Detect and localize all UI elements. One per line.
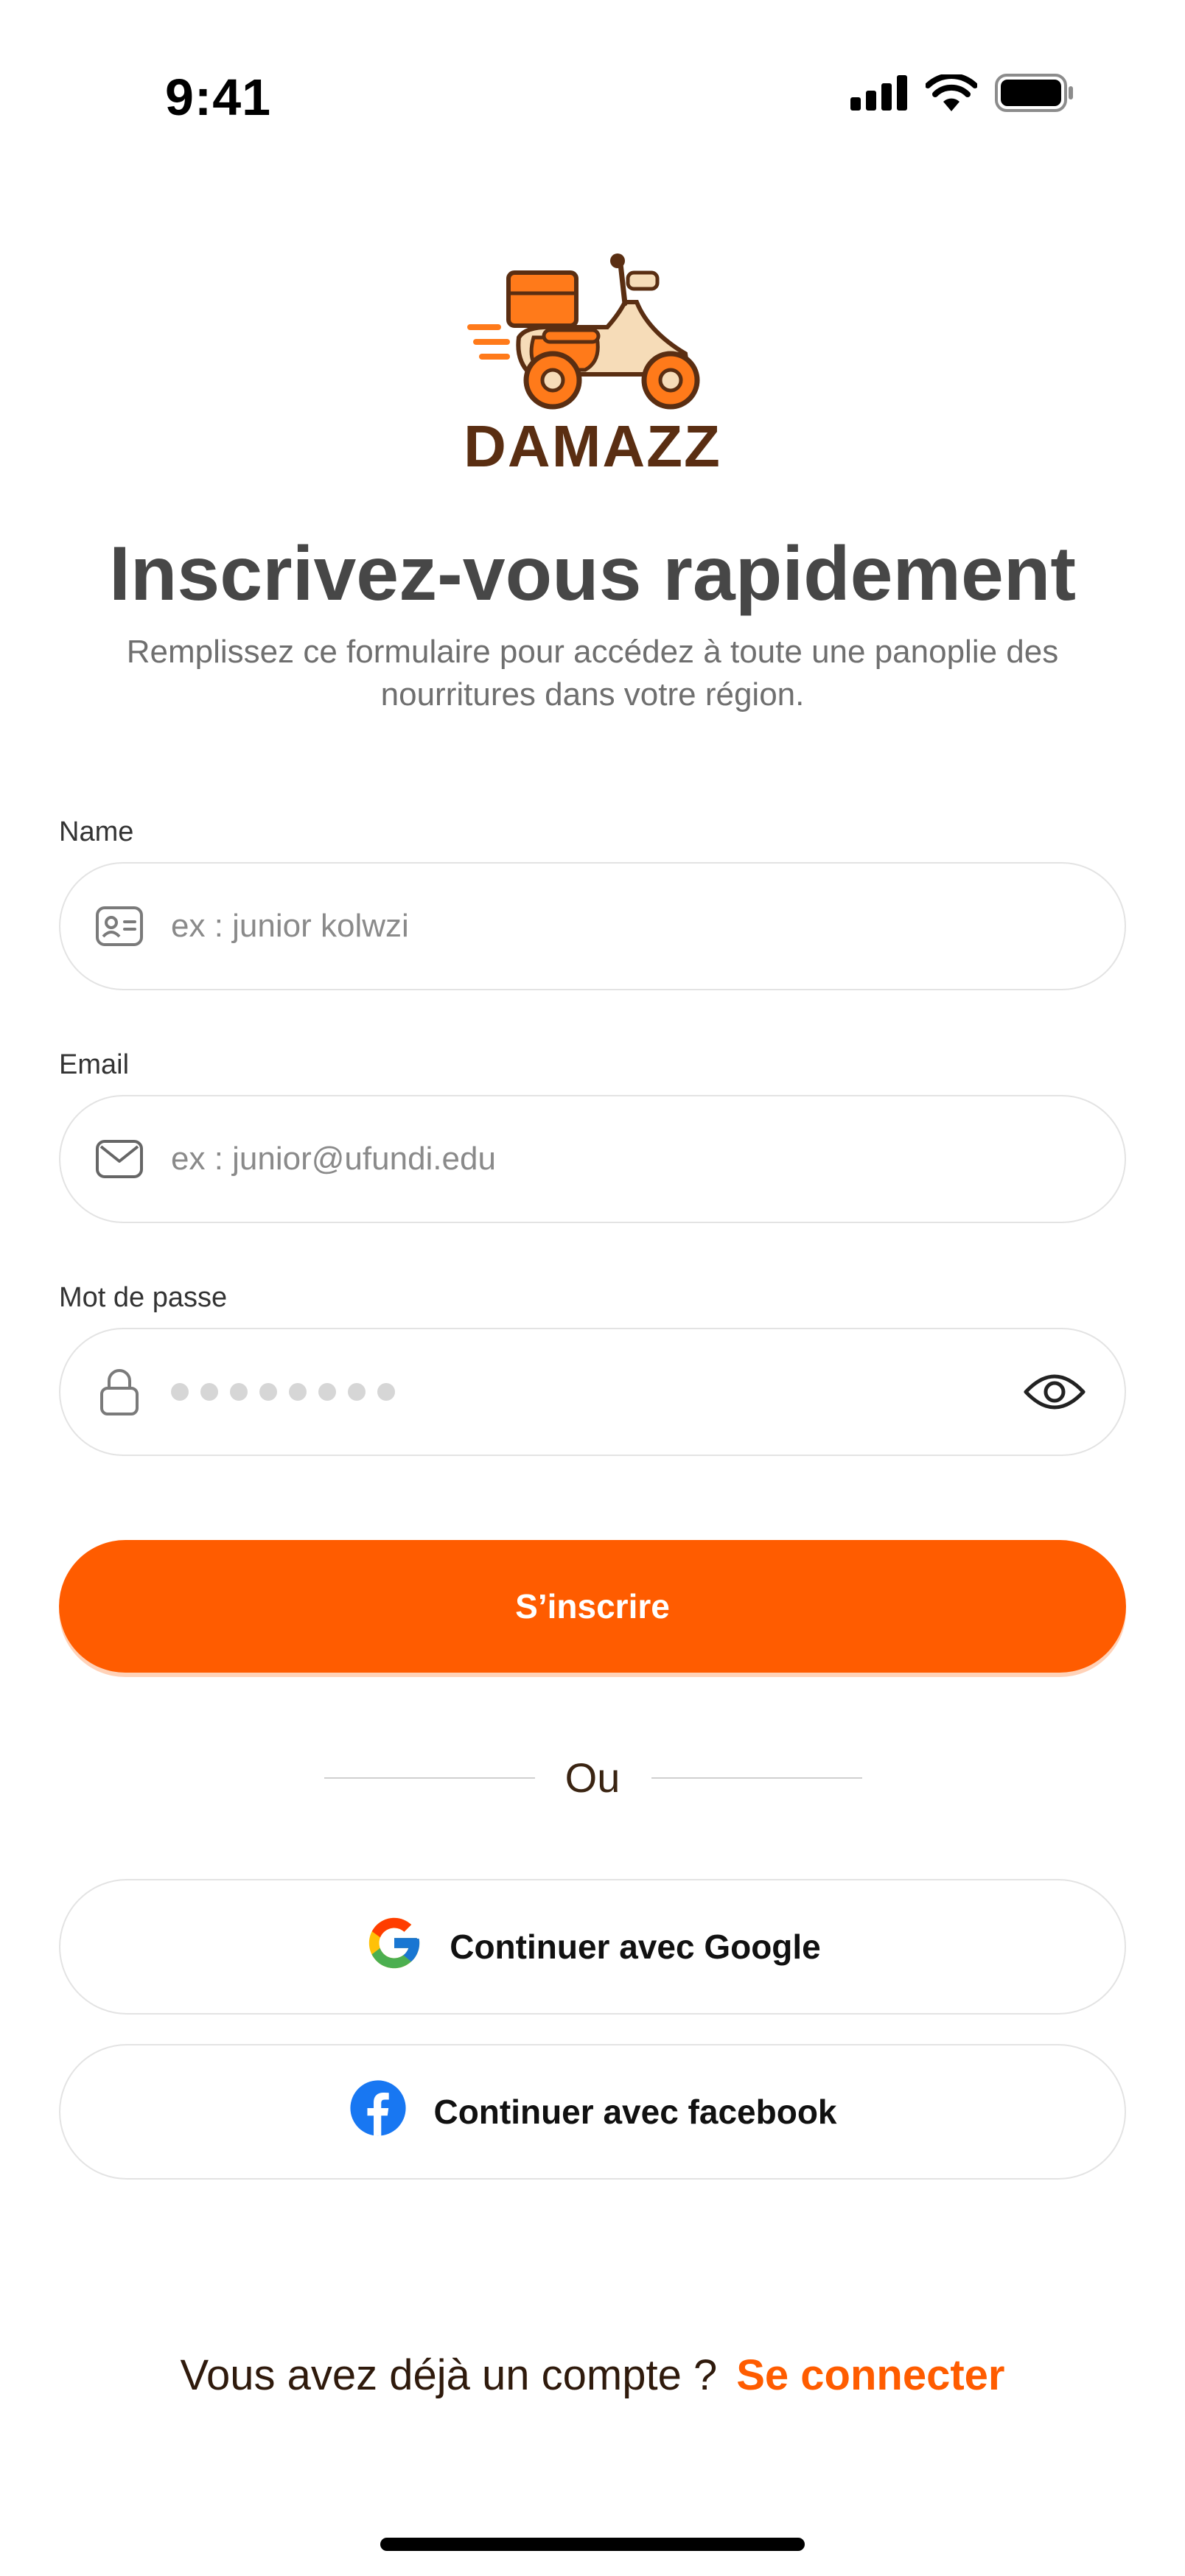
page-subtitle: Remplissez ce formulaire pour accédez à … bbox=[126, 634, 1059, 713]
password-input[interactable] bbox=[171, 1383, 395, 1401]
name-input[interactable]: ex : junior kolwzi bbox=[171, 908, 409, 945]
password-mask-dot bbox=[171, 1383, 189, 1401]
battery-icon bbox=[995, 74, 1073, 112]
divider-label: Ou bbox=[564, 1754, 621, 1801]
mail-icon bbox=[90, 1130, 149, 1189]
signup-button[interactable]: S’inscrire bbox=[59, 1540, 1126, 1673]
facebook-login-button[interactable]: Continuer avec facebook bbox=[59, 2044, 1126, 2180]
home-indicator[interactable] bbox=[380, 2538, 805, 2551]
id-card-icon bbox=[90, 897, 149, 956]
login-link[interactable]: Se connecter bbox=[736, 2351, 1004, 2399]
brand-name: DAMAZZ bbox=[464, 413, 721, 479]
name-field[interactable]: ex : junior kolwzi bbox=[59, 862, 1126, 990]
email-field[interactable]: ex : junior@ufundi.edu bbox=[59, 1095, 1126, 1223]
status-time: 9:41 bbox=[165, 69, 272, 126]
login-prompt-text: Vous avez déjà un compte ? bbox=[180, 2351, 718, 2399]
email-label: Email bbox=[59, 1049, 130, 1080]
wifi-icon bbox=[926, 74, 977, 111]
google-login-button[interactable]: Continuer avec Google bbox=[59, 1879, 1126, 2015]
password-mask-dot bbox=[348, 1383, 366, 1401]
google-logo-icon bbox=[364, 1913, 424, 1981]
page-title: Inscrivez-vous rapidement bbox=[109, 531, 1076, 617]
login-prompt: Vous avez déjà un compte ? Se connecter bbox=[0, 2351, 1185, 2400]
password-mask-dot bbox=[200, 1383, 218, 1401]
password-label: Mot de passe bbox=[59, 1282, 228, 1313]
facebook-login-label: Continuer avec facebook bbox=[433, 2093, 837, 2131]
scooter-logo-icon bbox=[467, 253, 700, 410]
password-mask-dot bbox=[289, 1383, 307, 1401]
status-icons bbox=[850, 74, 1074, 112]
google-login-label: Continuer avec Google bbox=[450, 1928, 821, 1966]
lock-icon bbox=[90, 1362, 149, 1421]
password-field[interactable] bbox=[59, 1328, 1126, 1456]
password-mask-dot bbox=[377, 1383, 395, 1401]
password-mask-dot bbox=[230, 1383, 248, 1401]
cellular-signal-icon bbox=[850, 75, 907, 111]
password-mask-dot bbox=[318, 1383, 336, 1401]
facebook-logo-icon bbox=[348, 2078, 408, 2146]
app-logo bbox=[0, 251, 1185, 424]
email-input[interactable]: ex : junior@ufundi.edu bbox=[171, 1141, 496, 1177]
name-label: Name bbox=[59, 816, 134, 847]
password-mask-dot bbox=[259, 1383, 277, 1401]
eye-icon[interactable] bbox=[1023, 1360, 1086, 1424]
